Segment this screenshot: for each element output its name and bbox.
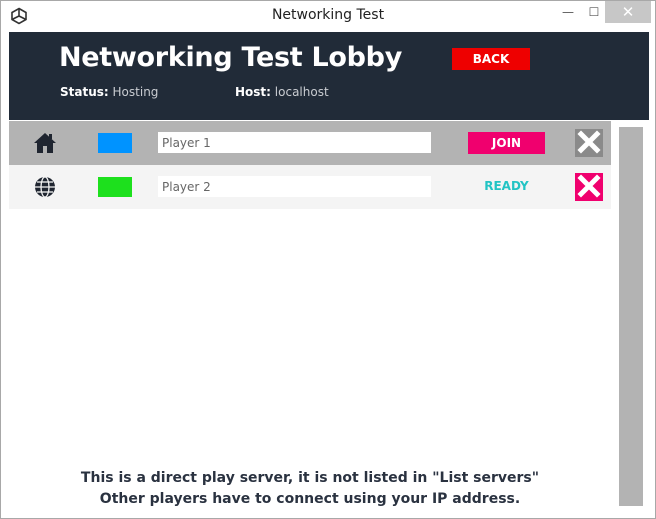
status-readout: Status: Hosting [60, 85, 158, 99]
player-name-input[interactable] [158, 132, 431, 153]
status-label: Status: [60, 85, 109, 99]
lobby-header: Networking Test Lobby BACK Status: Hosti… [9, 32, 649, 120]
globe-icon [33, 176, 57, 198]
app-window: Networking Test — ☐ ✕ Networking Test Lo… [0, 0, 656, 519]
direct-play-notice: This is a direct play server, it is not … [9, 468, 611, 510]
player-color-swatch[interactable] [98, 177, 132, 197]
join-button[interactable]: JOIN [468, 132, 545, 154]
host-label: Host: [235, 85, 271, 99]
notice-line-1: This is a direct play server, it is not … [80, 470, 540, 486]
title-bar[interactable]: Networking Test — ☐ ✕ [1, 1, 655, 31]
scrollbar[interactable] [613, 120, 649, 510]
host-value: localhost [274, 85, 329, 99]
host-readout: Host: localhost [235, 85, 329, 99]
notice-line-2: Other players have to connect using your… [99, 491, 521, 507]
close-icon [577, 129, 601, 157]
close-window-button[interactable]: ✕ [605, 1, 651, 23]
scrollbar-thumb[interactable] [619, 127, 643, 506]
remove-player-button[interactable] [575, 129, 603, 157]
close-icon [577, 173, 601, 201]
player-row-1: JOIN [9, 121, 611, 165]
back-button[interactable]: BACK [452, 48, 530, 70]
player-name-input[interactable] [158, 176, 431, 197]
remove-player-button[interactable] [575, 173, 603, 201]
ready-status: READY [484, 179, 529, 193]
status-value: Hosting [112, 85, 159, 99]
home-icon [33, 132, 57, 154]
page-title: Networking Test Lobby [59, 42, 403, 73]
player-row-2: READY [9, 165, 611, 209]
player-color-swatch[interactable] [98, 133, 132, 153]
player-list: JOIN READY [9, 120, 611, 510]
